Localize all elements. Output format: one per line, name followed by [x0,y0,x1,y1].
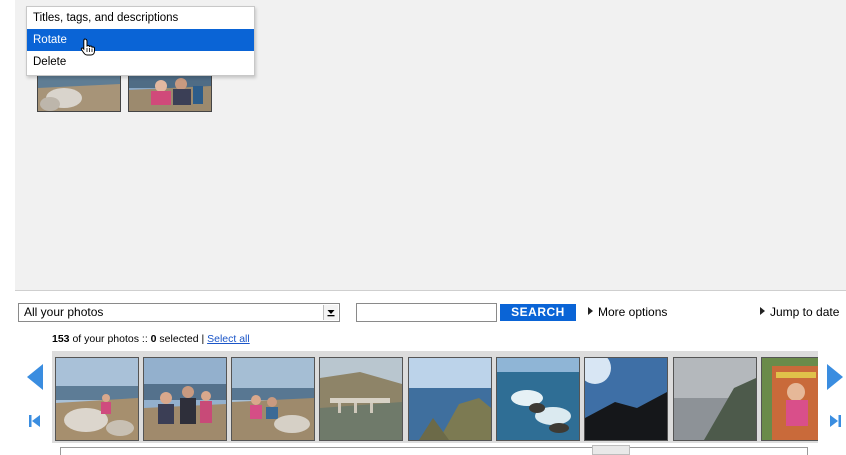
menu-item-titles-tags-descriptions[interactable]: Titles, tags, and descriptions [27,7,254,29]
filmstrip-photo[interactable] [408,357,492,441]
skip-to-first-icon[interactable] [28,414,42,428]
context-menu: Titles, tags, and descriptions Rotate De… [26,6,255,76]
select-all-link[interactable]: Select all [207,333,250,345]
filmstrip-photo[interactable] [319,357,403,441]
menu-item-rotate[interactable]: Rotate [27,29,254,51]
search-input[interactable] [356,303,497,322]
jump-to-date-label: Jump to date [770,305,840,319]
filmstrip-photo[interactable] [143,357,227,441]
jump-to-date-link[interactable]: Jump to date [760,305,839,320]
filmstrip-photo[interactable] [231,357,315,441]
photo-count-summary: 153 of your photos :: 0 selected | Selec… [52,333,250,345]
photo-count: 153 [52,333,70,345]
divider [15,290,846,291]
arrow-left-icon[interactable] [26,363,44,391]
selected-text: selected | [156,333,208,345]
search-button[interactable]: SEARCH [500,304,576,321]
filmstrip-photo[interactable] [673,357,757,441]
filmstrip-photo[interactable] [584,357,668,441]
arrow-right-icon[interactable] [826,363,844,391]
filmstrip-photo[interactable] [496,357,580,441]
more-options-label: More options [598,305,668,319]
menu-item-delete[interactable]: Delete [27,51,254,73]
more-options-link[interactable]: More options [588,305,667,320]
filmstrip-photo[interactable] [761,357,818,441]
filmstrip-photo[interactable] [55,357,139,441]
hand-pointer-icon [80,38,95,56]
summary-text: of your photos :: [69,333,151,345]
chevron-down-icon[interactable] [323,305,338,320]
filmstrip [52,351,818,443]
photo-set-select[interactable]: All your photos [18,303,340,322]
filmstrip-scroll-thumb[interactable] [592,445,630,455]
photo-set-select-value: All your photos [24,305,104,319]
triangle-right-icon [760,307,765,315]
filmstrip-scrollbar[interactable] [60,447,808,455]
triangle-right-icon [588,307,593,315]
skip-to-last-icon[interactable] [828,414,842,428]
